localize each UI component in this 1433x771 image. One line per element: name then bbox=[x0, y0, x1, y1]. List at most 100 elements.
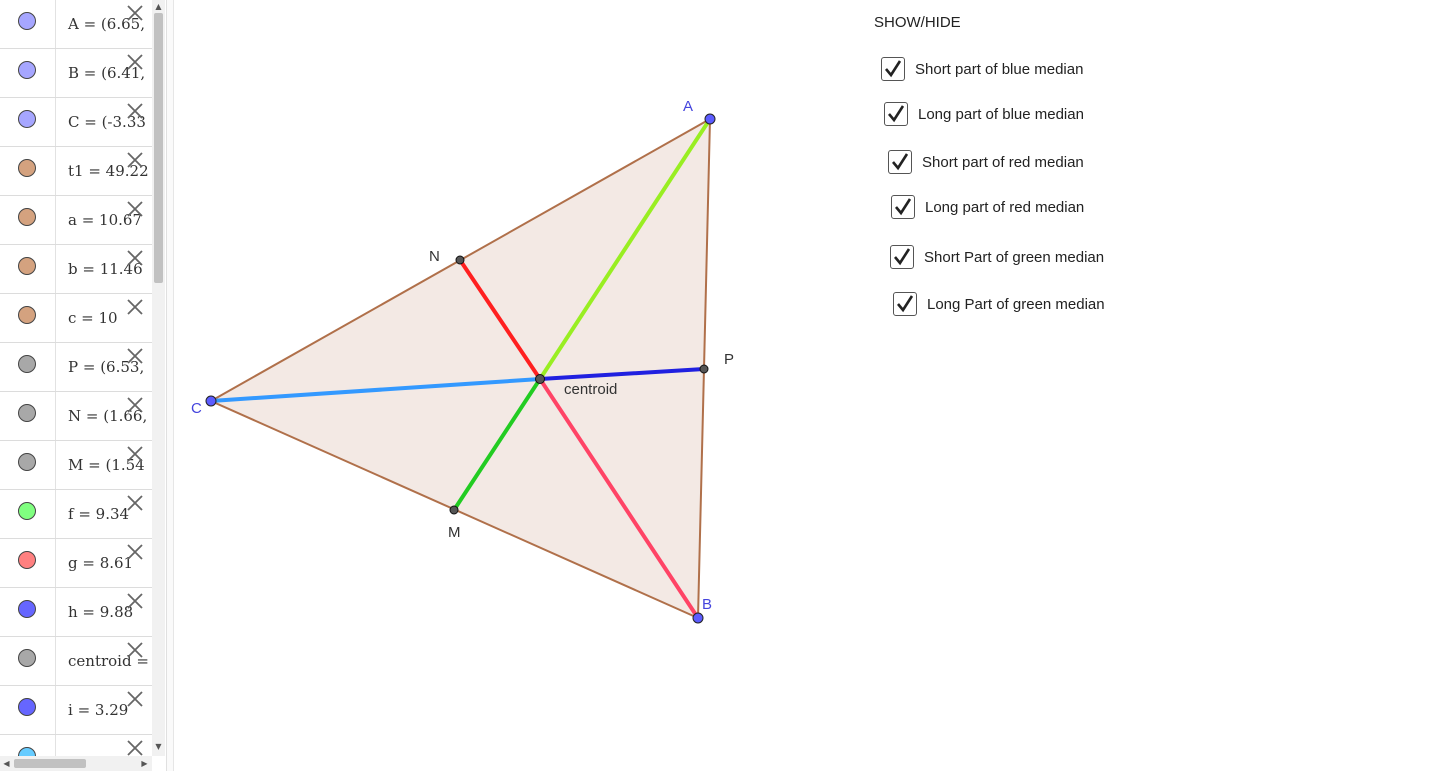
close-icon[interactable] bbox=[125, 493, 145, 513]
checkbox-box[interactable] bbox=[884, 102, 908, 126]
point-B[interactable] bbox=[692, 612, 704, 624]
close-icon[interactable] bbox=[125, 738, 145, 756]
visibility-marble[interactable] bbox=[18, 208, 36, 226]
graphics-view[interactable]: A B C N M P centroid bbox=[0, 0, 1433, 771]
check-icon bbox=[888, 105, 905, 123]
algebra-row[interactable]: A = (6.65, bbox=[0, 0, 152, 49]
point-A[interactable] bbox=[704, 113, 716, 125]
checkbox-box[interactable] bbox=[891, 195, 915, 219]
algebra-row[interactable]: b = 11.46 bbox=[0, 245, 152, 294]
checkbox-long-red-median[interactable]: Long part of red median bbox=[891, 193, 1084, 221]
visibility-marble[interactable] bbox=[18, 355, 36, 373]
checkbox-short-green-median[interactable]: Short Part of green median bbox=[890, 243, 1104, 271]
visibility-marble[interactable] bbox=[18, 698, 36, 716]
checkbox-label[interactable]: Long Part of green median bbox=[927, 296, 1105, 313]
algebra-row[interactable]: h = 9.88 bbox=[0, 588, 152, 637]
close-icon[interactable] bbox=[125, 52, 145, 72]
scroll-up-arrow-icon[interactable]: ▲ bbox=[152, 0, 165, 13]
algebra-row[interactable]: centroid = bbox=[0, 637, 152, 686]
algebra-vertical-scrollbar[interactable]: ▲ ▼ bbox=[152, 0, 165, 756]
visibility-marble[interactable] bbox=[18, 61, 36, 79]
scroll-right-arrow-icon[interactable]: ▶ bbox=[138, 756, 151, 771]
label-N: N bbox=[429, 248, 440, 265]
algebra-row[interactable]: N = (1.66, bbox=[0, 392, 152, 441]
close-icon[interactable] bbox=[125, 150, 145, 170]
scroll-down-arrow-icon[interactable]: ▼ bbox=[152, 740, 165, 753]
checkbox-box[interactable] bbox=[881, 57, 905, 81]
close-icon[interactable] bbox=[125, 395, 145, 415]
checkbox-label[interactable]: Long part of blue median bbox=[918, 106, 1084, 123]
algebra-row-text[interactable]: g = 8.61 bbox=[68, 554, 133, 572]
point-C[interactable] bbox=[205, 395, 217, 407]
checkbox-label[interactable]: Short part of red median bbox=[922, 154, 1084, 171]
checkbox-box[interactable] bbox=[888, 150, 912, 174]
visibility-marble[interactable] bbox=[18, 551, 36, 569]
algebra-row[interactable]: B = (6.41, bbox=[0, 49, 152, 98]
label-B: B bbox=[702, 596, 712, 613]
algebra-row[interactable]: M = (1.54 bbox=[0, 441, 152, 490]
checkbox-box[interactable] bbox=[890, 245, 914, 269]
close-icon[interactable] bbox=[125, 444, 145, 464]
algebra-row[interactable]: i = 3.29 bbox=[0, 686, 152, 735]
algebra-row-text[interactable]: c = 10 bbox=[68, 309, 118, 327]
checkbox-label[interactable]: Short part of blue median bbox=[915, 61, 1083, 78]
visibility-marble[interactable] bbox=[18, 649, 36, 667]
label-centroid: centroid bbox=[564, 381, 617, 398]
checkbox-short-blue-median[interactable]: Short part of blue median bbox=[881, 55, 1083, 83]
algebra-row[interactable]: t1 = 49.22 bbox=[0, 147, 152, 196]
point-P[interactable] bbox=[699, 364, 709, 374]
checkbox-label[interactable]: Short Part of green median bbox=[924, 249, 1104, 266]
close-icon[interactable] bbox=[125, 248, 145, 268]
close-icon[interactable] bbox=[125, 591, 145, 611]
algebra-row[interactable]: C = (-3.33 bbox=[0, 98, 152, 147]
close-icon[interactable] bbox=[125, 346, 145, 366]
visibility-marble[interactable] bbox=[18, 110, 36, 128]
visibility-marble[interactable] bbox=[18, 453, 36, 471]
point-N[interactable] bbox=[455, 255, 465, 265]
algebra-row-text[interactable]: f = 9.34 bbox=[68, 505, 129, 523]
showhide-title: SHOW/HIDE bbox=[874, 14, 961, 31]
algebra-row-text[interactable]: h = 9.88 bbox=[68, 603, 133, 621]
scroll-left-arrow-icon[interactable]: ◀ bbox=[0, 756, 13, 771]
close-icon[interactable] bbox=[125, 3, 145, 23]
visibility-marble[interactable] bbox=[18, 502, 36, 520]
visibility-marble[interactable] bbox=[18, 159, 36, 177]
algebra-row[interactable]: g = 8.61 bbox=[0, 539, 152, 588]
check-icon bbox=[895, 198, 912, 216]
algebra-row[interactable]: P = (6.53, bbox=[0, 343, 152, 392]
visibility-marble[interactable] bbox=[18, 747, 36, 756]
checkbox-long-blue-median[interactable]: Long part of blue median bbox=[884, 100, 1084, 128]
close-icon[interactable] bbox=[125, 101, 145, 121]
algebra-row-text[interactable]: i = 3.29 bbox=[68, 701, 128, 719]
visibility-marble[interactable] bbox=[18, 12, 36, 30]
point-centroid[interactable] bbox=[535, 374, 545, 384]
algebra-horizontal-scrollbar[interactable]: ◀ ▶ bbox=[0, 756, 152, 771]
algebra-row[interactable]: f = 9.34 bbox=[0, 490, 152, 539]
visibility-marble[interactable] bbox=[18, 257, 36, 275]
checkbox-long-green-median[interactable]: Long Part of green median bbox=[893, 290, 1105, 318]
close-icon[interactable] bbox=[125, 199, 145, 219]
label-A: A bbox=[683, 98, 693, 115]
close-icon[interactable] bbox=[125, 542, 145, 562]
label-M: M bbox=[448, 524, 461, 541]
close-icon[interactable] bbox=[125, 297, 145, 317]
close-icon[interactable] bbox=[125, 689, 145, 709]
scroll-thumb[interactable] bbox=[14, 759, 86, 768]
visibility-marble[interactable] bbox=[18, 600, 36, 618]
algebra-row[interactable] bbox=[0, 735, 152, 756]
label-C: C bbox=[191, 400, 202, 417]
algebra-view: A = (6.65, B = (6.41, C = (-3.33 t1 = 49… bbox=[0, 0, 152, 756]
check-icon bbox=[892, 153, 909, 171]
checkbox-label[interactable]: Long part of red median bbox=[925, 199, 1084, 216]
scroll-thumb[interactable] bbox=[154, 13, 163, 283]
visibility-marble[interactable] bbox=[18, 404, 36, 422]
point-M[interactable] bbox=[449, 505, 459, 515]
close-icon[interactable] bbox=[125, 640, 145, 660]
view-splitter[interactable] bbox=[166, 0, 174, 771]
visibility-marble[interactable] bbox=[18, 306, 36, 324]
checkbox-short-red-median[interactable]: Short part of red median bbox=[888, 148, 1084, 176]
algebra-row[interactable]: c = 10 bbox=[0, 294, 152, 343]
checkbox-box[interactable] bbox=[893, 292, 917, 316]
algebra-row[interactable]: a = 10.67 bbox=[0, 196, 152, 245]
triangle-t1[interactable] bbox=[208, 117, 712, 620]
